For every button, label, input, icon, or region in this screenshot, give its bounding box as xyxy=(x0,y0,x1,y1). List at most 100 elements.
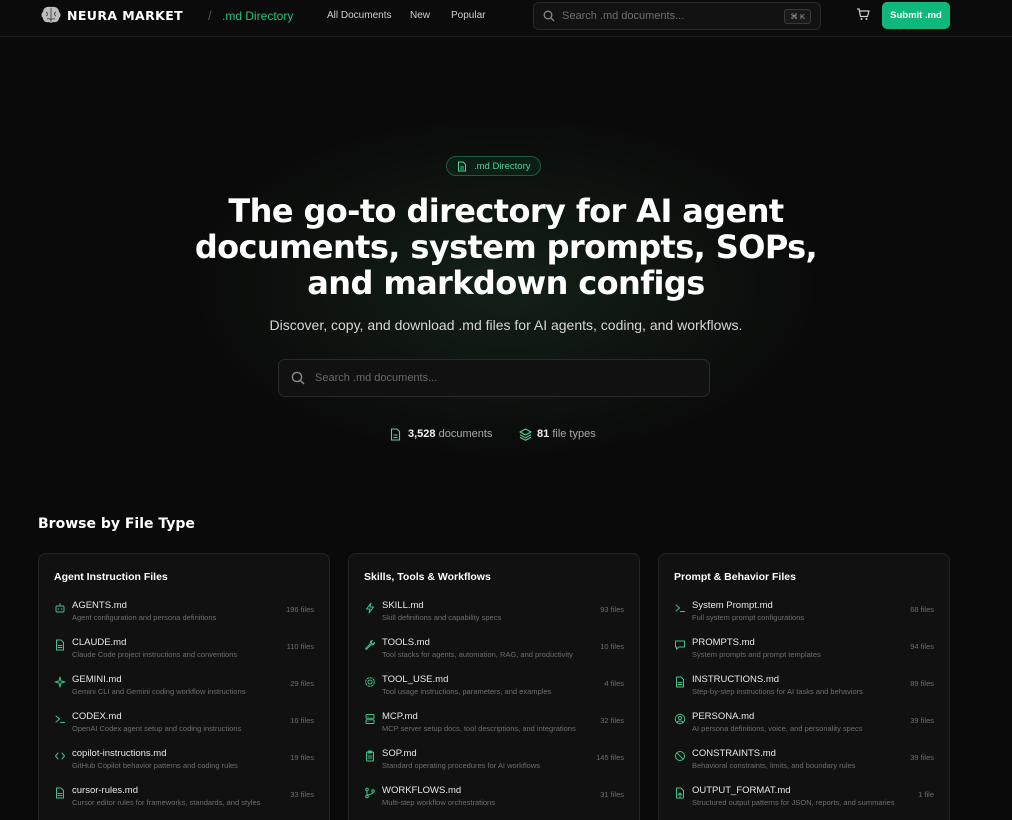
file-type-name: cursor-rules.md xyxy=(72,785,138,796)
gear-icon xyxy=(365,677,375,687)
file-type-item[interactable]: OUTPUT_FORMAT.md Structured output patter… xyxy=(659,784,949,818)
file-type-item[interactable]: cursor-rules.md Cursor editor rules for f… xyxy=(39,784,329,818)
file-type-count: 29 files xyxy=(290,679,314,688)
file-type-item[interactable]: copilot-instructions.md GitHub Copilot be… xyxy=(39,747,329,781)
category-title: Agent Instruction Files xyxy=(54,571,168,583)
brand-name[interactable]: NEURA MARKET xyxy=(67,8,183,23)
file-type-name: CONSTRAINTS.md xyxy=(692,748,776,759)
file-type-description: Gemini CLI and Gemini coding workflow in… xyxy=(72,687,246,696)
category-card-2: Prompt & Behavior Files System Prompt.md F… xyxy=(658,553,950,820)
md-directory-badge: .md Directory xyxy=(446,156,541,176)
search-shortcut-badge: ⌘ K xyxy=(784,9,811,24)
hero-title-line-2: documents, system prompts, SOPs, xyxy=(194,228,818,266)
file-type-count: 1 file xyxy=(918,790,934,799)
robot-icon xyxy=(55,603,65,613)
header-search-input[interactable]: Search .md documents... ⌘ K xyxy=(533,2,821,30)
file-type-description: System prompts and prompt templates xyxy=(692,650,821,659)
branch-icon xyxy=(365,787,375,799)
category-card-1: Skills, Tools & Workflows SKILL.md Skill d… xyxy=(348,553,640,820)
file-type-name: TOOLS.md xyxy=(382,637,430,648)
browse-heading: Browse by File Type xyxy=(38,516,195,532)
hero-title: The go-to directory for AI agent documen… xyxy=(106,193,906,301)
file-type-name: AGENTS.md xyxy=(72,600,127,611)
stat-file-types-value: 81 xyxy=(537,428,550,440)
code-icon xyxy=(54,752,66,760)
nav-new[interactable]: New xyxy=(410,10,430,21)
sparkle-icon xyxy=(54,676,66,688)
file-type-item[interactable]: CONSTRAINTS.md Behavioral constraints, li… xyxy=(659,747,949,781)
file-type-count: 10 files xyxy=(600,642,624,651)
layers-icon xyxy=(519,428,532,441)
file-type-item[interactable]: System Prompt.md Full system prompt confi… xyxy=(659,599,949,633)
file-icon xyxy=(676,676,684,688)
section-link-md-directory[interactable]: .md Directory xyxy=(222,9,293,23)
hero-search-input[interactable]: Search .md documents... xyxy=(278,359,710,397)
file-type-name: GEMINI.md xyxy=(72,674,122,685)
file-icon xyxy=(458,161,466,172)
file-type-name: SKILL.md xyxy=(382,600,424,611)
file-type-name: CLAUDE.md xyxy=(72,637,127,648)
hero-subtitle: Discover, copy, and download .md files f… xyxy=(269,317,743,333)
category-card-0: Agent Instruction Files AGENTS.md Agent co… xyxy=(38,553,330,820)
file-type-count: 145 files xyxy=(596,753,624,762)
file-type-count: 89 files xyxy=(910,679,934,688)
file-icon xyxy=(390,428,401,441)
submit-md-button[interactable]: Submit .md xyxy=(882,2,950,29)
badge-label: .md Directory xyxy=(474,161,531,172)
file-type-description: Cursor editor rules for frameworks, stan… xyxy=(72,798,261,807)
file-type-description: Structured output patterns for JSON, rep… xyxy=(692,798,895,807)
file-type-item[interactable]: SOP.md Standard operating procedures for … xyxy=(349,747,639,781)
file-type-item[interactable]: PERSONA.md AI persona definitions, voice,… xyxy=(659,710,949,744)
file-type-item[interactable]: INSTRUCTIONS.md Step-by-step instructions… xyxy=(659,673,949,707)
brain-logo-icon[interactable] xyxy=(40,5,62,25)
file-type-item[interactable]: MCP.md MCP server setup docs, tool descri… xyxy=(349,710,639,744)
file-type-description: Skill definitions and capability specs xyxy=(382,613,502,622)
terminal-icon xyxy=(55,715,65,723)
file-icon xyxy=(56,639,64,651)
file-type-name: CODEX.md xyxy=(72,711,122,722)
file-type-item[interactable]: SKILL.md Skill definitions and capability… xyxy=(349,599,639,633)
file-type-description: Step-by-step instructions for AI tasks a… xyxy=(692,687,863,696)
file-type-count: 94 files xyxy=(910,642,934,651)
file-type-name: INSTRUCTIONS.md xyxy=(692,674,780,685)
wrench-icon xyxy=(365,640,375,650)
file-type-item[interactable]: TOOL_USE.md Tool usage instructions, para… xyxy=(349,673,639,707)
file-type-name: SOP.md xyxy=(382,748,417,759)
file-type-item[interactable]: CODEX.md OpenAI Codex agent setup and cod… xyxy=(39,710,329,744)
file-type-description: Standard operating procedures for AI wor… xyxy=(382,761,541,770)
file-type-count: 39 files xyxy=(910,716,934,725)
file-type-count: 32 files xyxy=(600,716,624,725)
header-search-placeholder: Search .md documents... xyxy=(562,10,685,22)
file-type-name: WORKFLOWS.md xyxy=(382,785,462,796)
file-type-item[interactable]: AGENTS.md Agent configuration and persona… xyxy=(39,599,329,633)
file-type-item[interactable]: GEMINI.md Gemini CLI and Gemini coding wo… xyxy=(39,673,329,707)
bolt-icon xyxy=(366,602,374,614)
file-type-item[interactable]: WORKFLOWS.md Multi-step workflow orchestr… xyxy=(349,784,639,818)
ban-icon xyxy=(675,751,685,761)
stat-documents-value: 3,528 xyxy=(408,428,436,440)
file-type-description: Tool stacks for agents, automation, RAG,… xyxy=(382,650,573,659)
stat-documents: 3,528 documents xyxy=(390,428,492,441)
file-type-count: 16 files xyxy=(290,716,314,725)
nav-all-documents[interactable]: All Documents xyxy=(327,10,391,21)
file-type-description: Agent configuration and persona definiti… xyxy=(72,613,217,622)
file-type-name: MCP.md xyxy=(382,711,418,722)
file-type-count: 19 files xyxy=(290,753,314,762)
file-type-name: PROMPTS.md xyxy=(692,637,755,648)
cart-icon[interactable] xyxy=(856,8,870,21)
file-type-item[interactable]: CLAUDE.md Claude Code project instruction… xyxy=(39,636,329,670)
stat-file-types-label: file types xyxy=(552,428,596,440)
nav-popular[interactable]: Popular xyxy=(451,10,485,21)
file-type-name: System Prompt.md xyxy=(692,600,773,611)
file-type-description: MCP server setup docs, tool descriptions… xyxy=(382,724,576,733)
file-type-count: 4 files xyxy=(604,679,624,688)
file-type-description: Multi-step workflow orchestrations xyxy=(382,798,495,807)
file-type-count: 39 files xyxy=(910,753,934,762)
file-type-name: TOOL_USE.md xyxy=(382,674,449,685)
file-type-description: Tool usage instructions, parameters, and… xyxy=(382,687,552,696)
file-type-description: OpenAI Codex agent setup and coding inst… xyxy=(72,724,242,733)
file-type-item[interactable]: TOOLS.md Tool stacks for agents, automati… xyxy=(349,636,639,670)
file-type-item[interactable]: PROMPTS.md System prompts and prompt temp… xyxy=(659,636,949,670)
file-type-name: OUTPUT_FORMAT.md xyxy=(692,785,791,796)
category-title: Skills, Tools & Workflows xyxy=(364,571,491,583)
